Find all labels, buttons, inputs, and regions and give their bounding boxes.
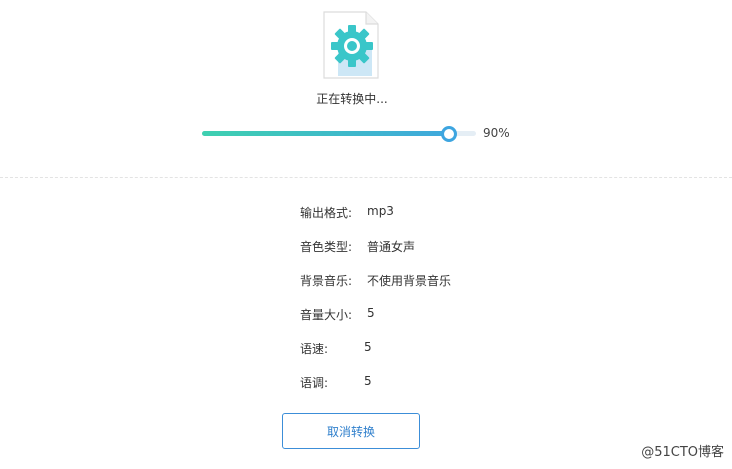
conversion-status: 正在转换中... — [316, 92, 388, 106]
watermark: @51CTO博客 — [641, 445, 724, 460]
setting-label: 语速: — [300, 342, 329, 356]
progress-knob — [440, 126, 457, 142]
progress-percent: 90% — [483, 126, 510, 140]
setting-value: 5 — [364, 340, 372, 354]
setting-label: 音量大小: — [300, 308, 353, 322]
progress-fill — [202, 131, 449, 136]
setting-value: 5 — [364, 374, 372, 388]
file-gear-icon — [322, 10, 380, 80]
setting-value: 不使用背景音乐 — [367, 274, 452, 288]
setting-label: 音色类型: — [300, 240, 353, 254]
setting-label: 输出格式: — [300, 206, 353, 220]
setting-label: 背景音乐: — [300, 274, 353, 288]
section-divider — [0, 177, 732, 178]
cancel-conversion-button[interactable]: 取消转换 — [282, 413, 420, 449]
setting-label: 语调: — [300, 376, 329, 390]
progress-bar — [202, 126, 476, 142]
setting-value: 5 — [367, 306, 375, 320]
setting-value: 普通女声 — [367, 240, 416, 254]
setting-value: mp3 — [367, 204, 394, 218]
